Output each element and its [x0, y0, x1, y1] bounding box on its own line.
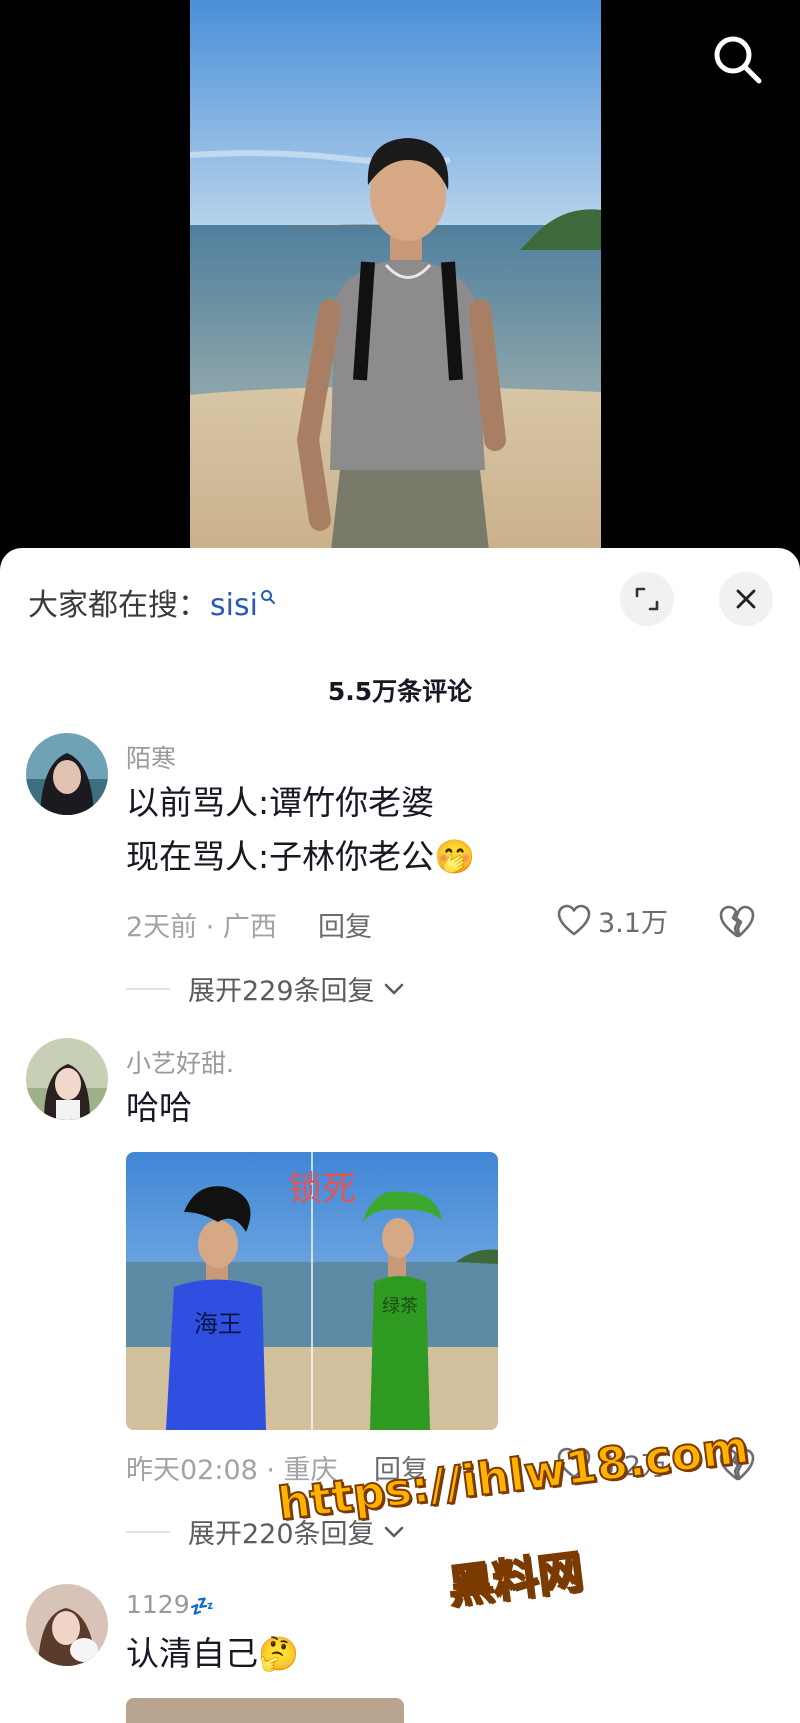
reply-button[interactable]: 回复 — [374, 1448, 428, 1487]
trending-search-prefix: 大家都在搜： — [28, 588, 208, 623]
heart-icon — [557, 1447, 591, 1478]
trending-search-hint[interactable]: 大家都在搜：sisi — [28, 580, 276, 624]
expand-replies-label: 展开220条回复 — [188, 1519, 375, 1550]
image-shirt-label-left: 海王 — [194, 1310, 242, 1338]
dislike-button[interactable] — [718, 903, 758, 943]
avatar[interactable] — [26, 733, 108, 815]
comment-text-line: 以前骂人:谭竹你老婆 — [126, 783, 435, 822]
heart-icon — [557, 904, 591, 935]
comment-count: 5.5万条评论 — [327, 677, 473, 706]
broken-heart-icon — [719, 1448, 755, 1481]
sleep-emoji: 💤 — [189, 1594, 215, 1618]
comment-username[interactable]: 小艺好甜. — [126, 1044, 234, 1080]
like-button[interactable]: 3.1万 — [556, 901, 668, 940]
chevron-down-icon — [384, 983, 403, 994]
comment-image-partial[interactable] — [126, 1698, 404, 1723]
broken-heart-icon — [719, 905, 755, 938]
expand-icon — [635, 587, 659, 611]
search-icon — [260, 580, 276, 615]
video-player[interactable] — [0, 0, 800, 560]
comment-emoji: 🤭 — [434, 837, 476, 876]
comment-item: 陌寒 以前骂人:谭竹你老婆 现在骂人:子林你老公🤭 2天前 · 广西 回复 3.… — [0, 733, 800, 1033]
comment-text: 哈哈 — [126, 1088, 192, 1127]
reply-button[interactable]: 回复 — [318, 905, 372, 944]
comment-text-line-content: 现在骂人:子林你老公 — [126, 837, 435, 876]
comment-username[interactable]: 1129💤 — [126, 1590, 215, 1619]
like-button[interactable]: 5.2万 — [556, 1444, 668, 1483]
comment-username-text: 1129 — [126, 1590, 190, 1619]
image-shirt-label-right: 绿茶 — [382, 1296, 418, 1317]
comment-item: 小艺好甜. 哈哈 锁死 海王 绿茶 昨天02:08 · 重庆 回复 5.2万 展… — [0, 1038, 800, 1558]
comment-item: 1129💤 认清自己🤔 — [0, 1584, 800, 1723]
close-icon — [736, 589, 756, 609]
search-button[interactable] — [708, 30, 768, 90]
comment-image[interactable]: 锁死 海王 绿茶 — [126, 1152, 498, 1430]
expand-replies-button[interactable]: 展开220条回复 — [126, 1512, 407, 1551]
comment-text-content: 认清自己 — [126, 1634, 258, 1673]
comment-sheet: 大家都在搜：sisi 5.5万条评论 陌寒 以前骂人:谭竹你老婆 现在骂人:子林… — [0, 548, 800, 1723]
divider-line — [126, 1530, 170, 1533]
comment-time-location: 2天前 · 广西 — [126, 912, 277, 943]
comment-time-location: 昨天02:08 · 重庆 — [126, 1455, 338, 1486]
comment-emoji: 🤔 — [258, 1634, 300, 1673]
like-count: 5.2万 — [598, 1451, 668, 1482]
search-icon — [714, 36, 762, 84]
expand-comments-button[interactable] — [620, 572, 674, 626]
expand-replies-label: 展开229条回复 — [188, 976, 375, 1007]
avatar[interactable] — [26, 1584, 108, 1666]
chevron-down-icon — [384, 1526, 403, 1537]
video-frame — [190, 0, 601, 560]
like-count: 3.1万 — [598, 908, 668, 939]
image-caption: 锁死 — [288, 1169, 356, 1209]
trending-search-keyword[interactable]: sisi — [210, 588, 258, 623]
close-comments-button[interactable] — [719, 572, 773, 626]
expand-replies-button[interactable]: 展开229条回复 — [126, 969, 407, 1008]
comment-text: 认清自己🤔 — [126, 1632, 299, 1676]
avatar[interactable] — [26, 1038, 108, 1120]
dislike-button[interactable] — [718, 1446, 758, 1486]
comment-username[interactable]: 陌寒 — [126, 739, 176, 775]
comment-sheet-header: 大家都在搜：sisi — [0, 548, 800, 644]
comment-text-line: 现在骂人:子林你老公🤭 — [126, 835, 475, 879]
divider-line — [126, 987, 170, 990]
